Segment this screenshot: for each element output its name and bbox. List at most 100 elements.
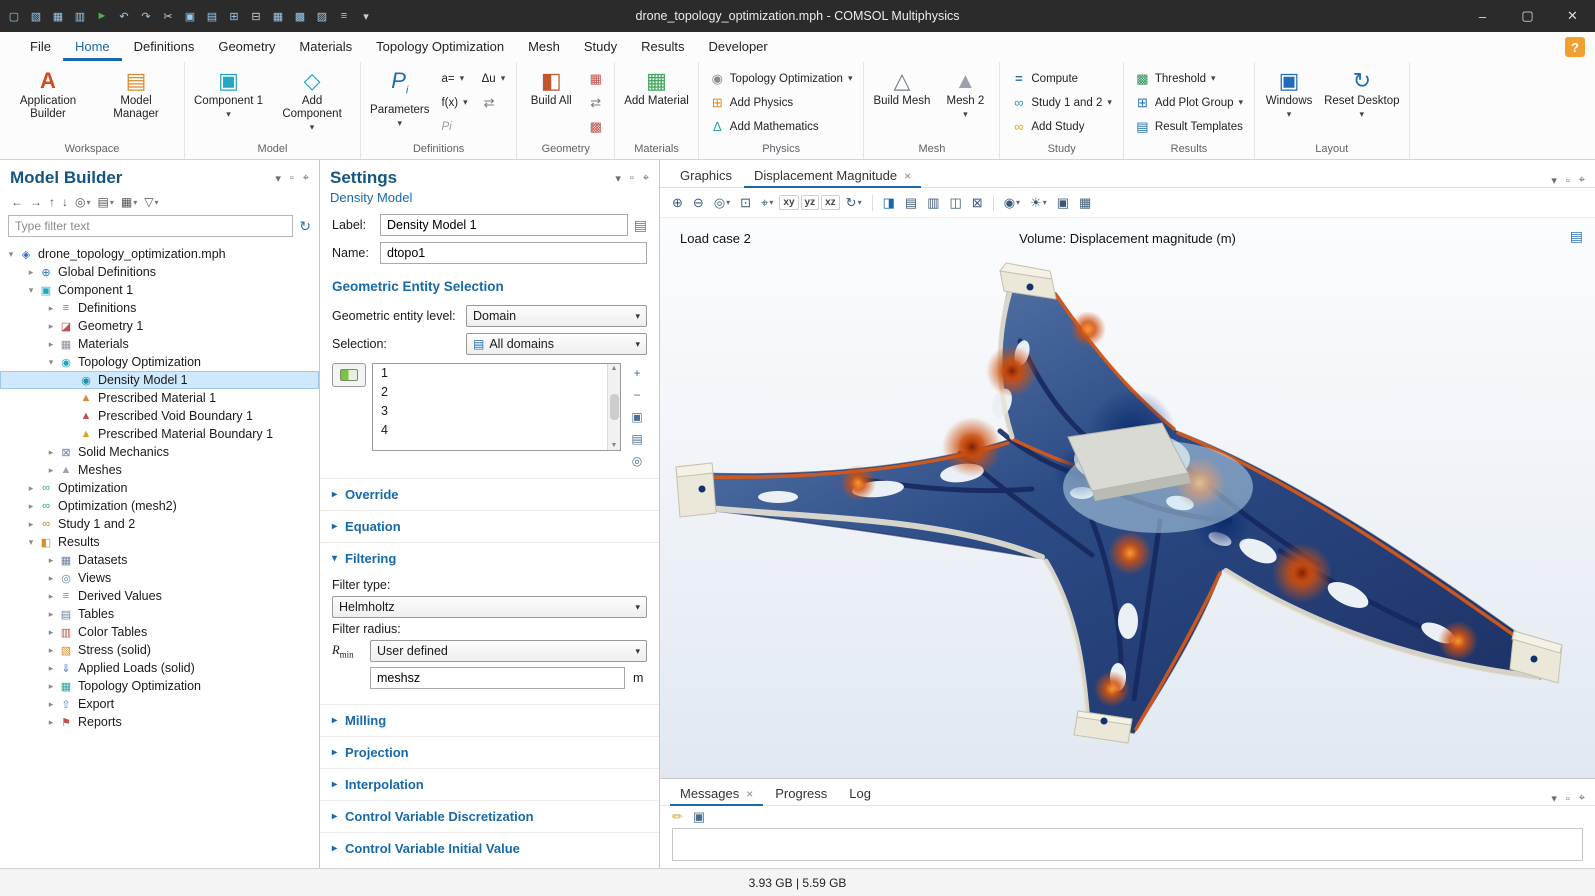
filter-type-dropdown[interactable]: Helmholtz ▾ (332, 596, 647, 618)
tree-expander-icon[interactable]: ▸ (44, 555, 58, 566)
clear-messages-icon[interactable]: ✏ (672, 809, 683, 825)
tab-displacement-magnitude[interactable]: Displacement Magnitude × (744, 164, 921, 188)
build-all-button[interactable]: ◧ Build All (522, 65, 580, 111)
float-panel-icon[interactable]: ▫ (630, 172, 634, 184)
close-button[interactable]: ✕ (1550, 0, 1595, 32)
entity-level-dropdown[interactable]: Domain ▾ (466, 305, 647, 327)
panel-menu-icon[interactable]: ▾ (275, 172, 281, 185)
tree-item[interactable]: ▸ ▧ Stress (solid) (0, 641, 319, 659)
tree-item[interactable]: ▸ ⚑ Reports (0, 713, 319, 731)
tree-expander-icon[interactable]: ▸ (44, 699, 58, 710)
application-builder-button[interactable]: A Application Builder (5, 65, 91, 124)
settings-section-header[interactable]: ▸ Override (320, 478, 659, 510)
save-icon[interactable]: ▦ (50, 4, 66, 28)
tree-expander-icon[interactable]: ▸ (44, 609, 58, 620)
model-manager-button[interactable]: ▤ Model Manager (93, 65, 179, 124)
reset-desktop-button[interactable]: ↻ Reset Desktop ▾ (1320, 65, 1403, 123)
tree-settings-icon[interactable]: ▦▾ (118, 193, 140, 211)
tree-item[interactable]: ◉ Density Model 1 (0, 371, 319, 389)
tree-item[interactable]: ▸ ▦ Datasets (0, 551, 319, 569)
tree-item[interactable]: ▲ Prescribed Material 1 (0, 389, 319, 407)
label-input[interactable] (380, 214, 628, 236)
redo-icon[interactable]: ↷ (138, 4, 154, 28)
lock-axes-icon[interactable]: ⊠ (968, 192, 987, 214)
tree-filter-input[interactable] (8, 215, 293, 237)
tree-expander-icon[interactable]: ▸ (24, 483, 38, 494)
environment-light-icon[interactable]: ☀▾ (1026, 192, 1051, 214)
tree-expander-icon[interactable]: ▸ (44, 591, 58, 602)
tree-item[interactable]: ▸ ∞ Optimization (0, 479, 319, 497)
open-icon[interactable]: ▧ (28, 4, 44, 28)
tree-item[interactable]: ▸ ⊠ Solid Mechanics (0, 443, 319, 461)
pin-panel-icon[interactable]: ⌖ (1579, 174, 1585, 187)
float-panel-icon[interactable]: ▫ (1566, 793, 1570, 805)
scroll-thumb[interactable] (610, 394, 619, 420)
tree-item[interactable]: ▸ ▥ Color Tables (0, 623, 319, 641)
tree-item[interactable]: ▲ Prescribed Material Boundary 1 (0, 425, 319, 443)
add-component-button[interactable]: ◇ Add Component ▾ (269, 65, 355, 136)
cut-icon[interactable]: ✂ (160, 4, 176, 28)
coordinate-systems-button[interactable]: ⇄ (476, 91, 512, 114)
selection-list-item[interactable]: 4 (373, 422, 607, 441)
add-physics-button[interactable]: ⊞Add Physics (704, 91, 859, 114)
remove-from-selection-icon[interactable]: − (627, 386, 647, 404)
nonlocal-couplings-button[interactable]: Δu▾ (476, 67, 512, 90)
zoom-in-icon[interactable]: ⊕ (668, 192, 687, 214)
result-templates-button[interactable]: ▤Result Templates (1129, 115, 1249, 138)
tree-expander-icon[interactable]: ▸ (24, 267, 38, 278)
close-tab-icon[interactable]: × (904, 169, 911, 183)
tree-item[interactable]: ▾ ▣ Component 1 (0, 281, 319, 299)
maximize-button[interactable]: ▢ (1505, 0, 1550, 32)
tree-item[interactable]: ▸ ▤ Tables (0, 605, 319, 623)
add-node-icon[interactable]: ⊞ (226, 4, 242, 28)
tree-item[interactable]: ▸ ≡ Derived Values (0, 587, 319, 605)
transparency-icon[interactable]: ◨ (879, 192, 899, 214)
customize-toolbar-icon[interactable]: ▾ (358, 4, 374, 28)
compute-button[interactable]: =Compute (1005, 67, 1118, 90)
tree-expander-icon[interactable]: ▸ (44, 627, 58, 638)
filter-icon[interactable]: ▽▾ (141, 193, 161, 211)
filtering-section-header[interactable]: ▾ Filtering (320, 542, 659, 574)
move-down-icon[interactable]: ↓ (59, 193, 71, 211)
show-options-icon[interactable]: ◎▾ (72, 193, 94, 211)
settings-section-header[interactable]: ▸ Milling (320, 704, 659, 736)
mesh-node-button[interactable]: ▲ Mesh 2 ▾ (936, 65, 994, 123)
tab-progress[interactable]: Progress (765, 782, 837, 806)
tree-item[interactable]: ▸ ⇓ Applied Loads (solid) (0, 659, 319, 677)
ribbon-tab[interactable]: Home (63, 34, 122, 61)
insert-sequence-button[interactable]: ▦ (582, 67, 609, 90)
selection-listbox[interactable]: 1234 ▲ ▼ (372, 363, 621, 451)
tab-log[interactable]: Log (839, 782, 881, 806)
tree-expander-icon[interactable]: ▸ (44, 339, 58, 350)
ribbon-tab[interactable]: Definitions (122, 34, 207, 61)
tree-item[interactable]: ▸ ▦ Topology Optimization (0, 677, 319, 695)
table-icon[interactable]: ▦ (270, 4, 286, 28)
panel-menu-icon[interactable]: ▾ (1551, 174, 1557, 187)
panel-menu-icon[interactable]: ▾ (1551, 792, 1557, 805)
build-mesh-button[interactable]: △ Build Mesh (869, 65, 934, 111)
go-forward-icon[interactable]: → (27, 193, 45, 211)
tree-item[interactable]: ▾ ◈ drone_topology_optimization.mph (0, 245, 319, 263)
tree-expander-icon[interactable]: ▸ (44, 447, 58, 458)
report-icon[interactable]: ≡ (336, 4, 352, 28)
move-up-icon[interactable]: ↑ (46, 193, 58, 211)
settings-section-header[interactable]: ▸ Equation (320, 510, 659, 542)
show-legends-icon[interactable]: ▥ (923, 192, 943, 214)
filter-radius-mode-dropdown[interactable]: User defined ▾ (370, 640, 647, 662)
settings-section-header[interactable]: ▸ Control Variable Discretization (320, 800, 659, 832)
scroll-up-icon[interactable]: ▲ (611, 365, 618, 372)
view-xz-button[interactable]: xz (821, 195, 840, 210)
tree-expander-icon[interactable]: ▸ (24, 519, 38, 530)
ribbon-tab[interactable]: Geometry (206, 34, 287, 61)
pin-panel-icon[interactable]: ⌖ (643, 172, 649, 185)
tree-item[interactable]: ▸ ⇧ Export (0, 695, 319, 713)
settings-section-header[interactable]: ▸ Interpolation (320, 768, 659, 800)
view-yz-button[interactable]: yz (801, 195, 820, 210)
collapse-expand-icon[interactable]: ▤▾ (95, 193, 117, 211)
print-icon[interactable]: ▦ (1075, 192, 1095, 214)
plot-info-icon[interactable]: ▤ (1570, 228, 1583, 245)
zoom-to-selection-icon[interactable]: ◎ (627, 452, 647, 470)
tree-item[interactable]: ▸ ◪ Geometry 1 (0, 317, 319, 335)
tree-expander-icon[interactable]: ▸ (44, 663, 58, 674)
filter-radius-input[interactable] (370, 667, 625, 689)
